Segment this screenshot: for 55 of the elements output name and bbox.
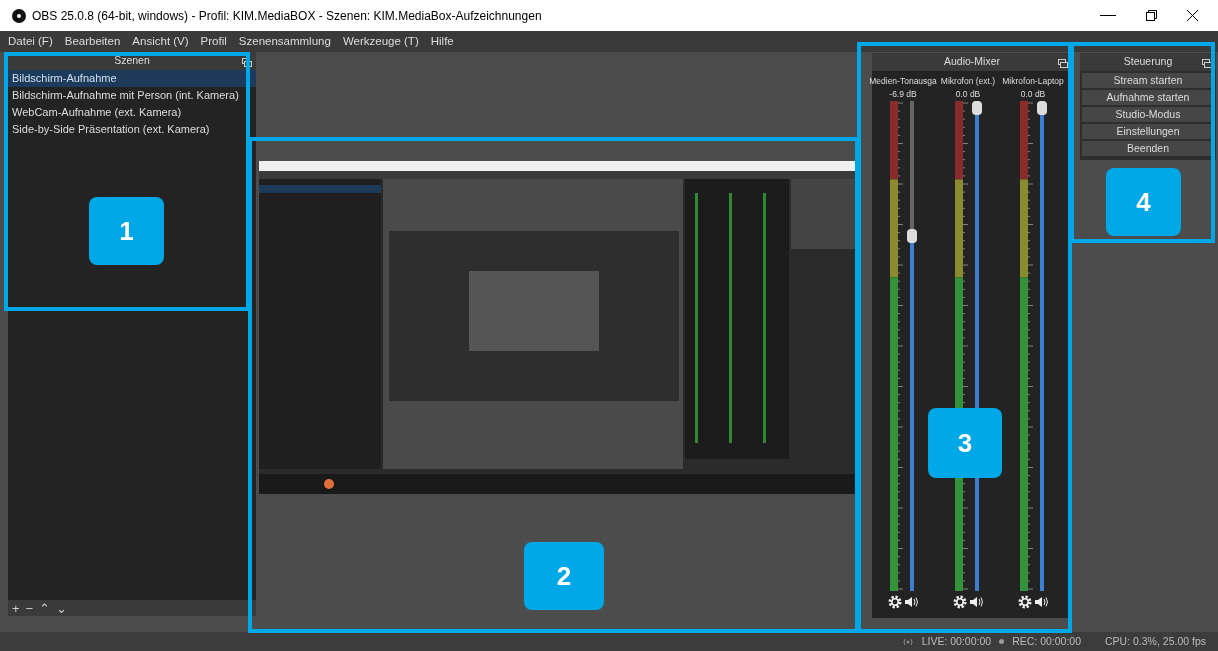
speaker-icon[interactable] xyxy=(904,595,918,608)
slider-thumb[interactable] xyxy=(906,229,917,243)
control-button[interactable]: Aufnahme starten xyxy=(1082,90,1214,105)
menu-item[interactable]: Werkzeuge (T) xyxy=(342,32,419,51)
window-title: OBS 25.0.8 (64-bit, windows) - Profil: KIM.MediaBOX - Szenen: KIM.MediaBox-Aufzeichnungen xyxy=(32,7,543,25)
undock-icon[interactable] xyxy=(242,58,252,67)
app-logo-icon xyxy=(12,8,26,23)
restore-icon[interactable] xyxy=(1146,10,1157,21)
channel-reading: 0.0 dB xyxy=(1020,87,1046,101)
annotation-badge: 4 xyxy=(1106,168,1181,236)
broadcast-icon xyxy=(901,637,914,646)
rec-time: REC: 00:00:00 xyxy=(1012,633,1081,649)
cpu-stats: CPU: 0.3%, 25.00 fps xyxy=(1105,633,1206,649)
channel-name: Mikrofon-Laptop xyxy=(1002,75,1064,88)
volume-slider[interactable] xyxy=(1036,100,1047,591)
panel-title: Steuerung xyxy=(1123,54,1173,70)
menu-item[interactable]: Szenensammlung xyxy=(238,32,331,51)
control-button[interactable]: Einstellungen xyxy=(1082,124,1214,139)
gear-icon[interactable] xyxy=(953,594,967,609)
menu-item[interactable]: Profil xyxy=(200,32,227,51)
scene-tool-button[interactable]: − xyxy=(25,601,34,615)
gear-icon[interactable] xyxy=(888,594,902,609)
slider-thumb[interactable] xyxy=(1036,100,1047,115)
scene-item[interactable]: Bildschirm-Aufnahme xyxy=(8,70,256,87)
menu-item[interactable]: Datei (F) xyxy=(8,32,53,51)
channel-reading: 0.0 dB xyxy=(955,87,981,101)
channel-name: Mikrofon (ext.) xyxy=(940,75,996,88)
slider-thumb[interactable] xyxy=(971,100,982,115)
panel-title: Szenen xyxy=(114,53,150,69)
panel-title: Audio-Mixer xyxy=(944,54,1000,70)
scene-tool-button[interactable]: ⌄ xyxy=(56,601,68,615)
undock-icon[interactable] xyxy=(1202,59,1212,68)
scene-item[interactable]: Side-by-Side Präsentation (ext. Kamera) xyxy=(8,121,256,138)
control-button[interactable]: Stream starten xyxy=(1082,73,1214,88)
annotation-badge: 1 xyxy=(89,197,164,265)
live-time: LIVE: 00:00:00 xyxy=(921,633,992,649)
scene-tool-button[interactable]: + xyxy=(12,601,20,615)
control-button[interactable]: Beenden xyxy=(1082,141,1214,156)
speaker-icon[interactable] xyxy=(969,595,983,608)
menu-item[interactable]: Bearbeiten xyxy=(64,32,121,51)
undock-icon[interactable] xyxy=(1058,59,1068,68)
speaker-icon[interactable] xyxy=(1034,595,1048,608)
control-button[interactable]: Studio-Modus xyxy=(1082,107,1214,122)
scene-item[interactable]: WebCam-Aufnahme (ext. Kamera) xyxy=(8,104,256,121)
scene-tool-button[interactable]: ⌃ xyxy=(39,601,51,615)
gear-icon[interactable] xyxy=(1018,594,1032,609)
close-icon[interactable] xyxy=(1187,10,1198,21)
scene-item[interactable]: Bildschirm-Aufnahme mit Person (int. Kamera) xyxy=(8,87,256,104)
channel-name: Medien-Tonausga xyxy=(869,75,937,88)
annotation-badge: 3 xyxy=(928,408,1002,478)
volume-slider[interactable] xyxy=(906,100,917,591)
annotation-badge: 2 xyxy=(524,542,604,610)
menu-item[interactable]: Ansicht (V) xyxy=(132,32,189,51)
channel-reading: -6.9 dB xyxy=(889,87,917,101)
menu-item[interactable]: Hilfe xyxy=(430,32,454,51)
